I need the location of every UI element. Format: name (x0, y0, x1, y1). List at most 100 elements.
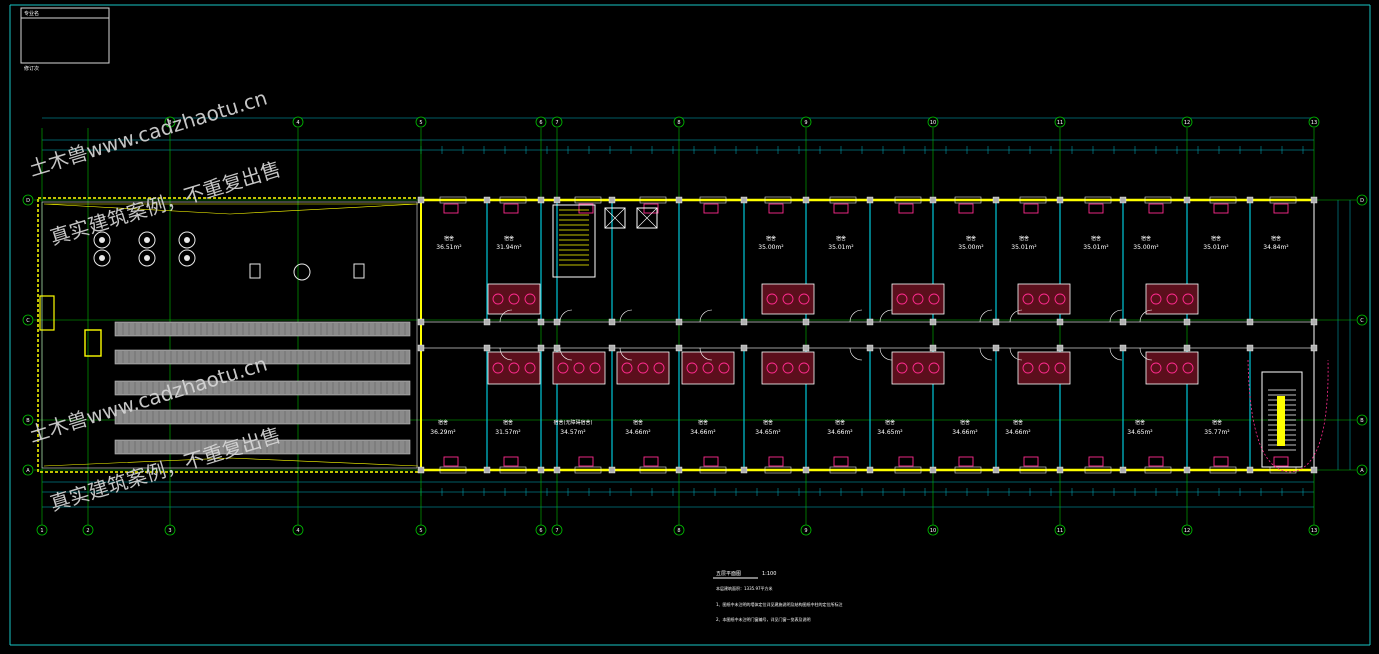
room-area: 34.66m² (625, 429, 651, 436)
column (1310, 466, 1318, 474)
room-area: 35.01m² (1203, 244, 1229, 251)
bathroom-block (761, 283, 815, 315)
plan-title: 五层平面图 (716, 571, 741, 577)
column (1056, 344, 1064, 352)
column (537, 344, 545, 352)
column (1119, 466, 1127, 474)
room-name: 宿舍 (885, 419, 895, 426)
stair-outline (1247, 359, 1329, 473)
column (929, 344, 937, 352)
column (1246, 344, 1254, 352)
axis-label: 4 (296, 120, 299, 126)
room-area: 35.00m² (958, 244, 984, 251)
column (802, 196, 810, 204)
column (992, 466, 1000, 474)
column (1056, 466, 1064, 474)
title-block-top-text: 专业名 (24, 10, 39, 17)
room-name: 宿舍 (763, 419, 773, 426)
room-area: 34.66m² (952, 429, 978, 436)
room-area: 34.66m² (690, 429, 716, 436)
axis-label: 9 (804, 528, 807, 534)
column (417, 196, 425, 204)
room-name: 宿舍 (835, 419, 845, 426)
room-area: 31.94m² (496, 244, 522, 251)
wardrobe-icon (833, 456, 849, 467)
wardrobe-icon (1023, 456, 1039, 467)
room-area: 34.57m² (560, 429, 586, 436)
column (483, 344, 491, 352)
column (866, 318, 874, 326)
room-name: 宿舍 (503, 419, 513, 426)
column (1119, 196, 1127, 204)
room-name: 宿舍 (698, 419, 708, 426)
stair-handrail (1277, 396, 1285, 446)
column (1183, 196, 1191, 204)
wardrobe-icon (1213, 456, 1229, 467)
room-name: 宿舍 (960, 419, 970, 426)
axis-label: 9 (804, 120, 807, 126)
room-area: 36.29m² (430, 429, 456, 436)
title-block: 专业名 修订次 (20, 7, 110, 72)
column (1056, 196, 1064, 204)
room-name: 宿舍 (836, 235, 846, 242)
axis-label: 7 (555, 528, 558, 534)
bathroom-block (1017, 351, 1071, 385)
bathroom-block (487, 283, 541, 315)
door-swing-icon (979, 347, 993, 361)
room-name: 宿舍(无障碍宿舍) (554, 419, 593, 426)
column (929, 318, 937, 326)
room-area: 35.01m² (828, 244, 854, 251)
column (553, 344, 561, 352)
exhaust-fan-icon (293, 263, 311, 281)
column (608, 318, 616, 326)
column (417, 344, 425, 352)
axis-label: A (26, 468, 30, 474)
column (675, 318, 683, 326)
column (1246, 318, 1254, 326)
note-1: 1、图纸中未注明的墙体定位详见建施说明及结构图纸中柱的定位所标注 (716, 601, 843, 607)
column (553, 466, 561, 474)
axis-label: 12 (1184, 528, 1190, 534)
wardrobe-icon (898, 203, 914, 214)
bathroom-block (1145, 283, 1199, 315)
column (417, 466, 425, 474)
wardrobe-icon (503, 203, 519, 214)
column (866, 196, 874, 204)
room-area: 31.57m² (495, 429, 521, 436)
wardrobe-icon (503, 456, 519, 467)
note-area: 本层建筑面积：1335.97平方米 (716, 585, 773, 591)
axis-label: D (26, 198, 30, 204)
column (537, 466, 545, 474)
room-name: 宿舍 (633, 419, 643, 426)
wardrobe-icon (443, 203, 459, 214)
wardrobe-icon (703, 203, 719, 214)
wardrobe-icon (1213, 203, 1229, 214)
wardrobe-icon (703, 456, 719, 467)
note-2: 2、本图纸中未注明门窗编号，详见门窗一览表及说明 (716, 616, 811, 622)
bathroom-block (681, 351, 735, 385)
room-name: 宿舍 (1212, 419, 1222, 426)
room-area: 34.65m² (1127, 429, 1153, 436)
column (1183, 466, 1191, 474)
column (608, 196, 616, 204)
axis-label: 4 (296, 528, 299, 534)
column (608, 466, 616, 474)
wardrobe-icon (1273, 203, 1289, 214)
axis-label: B (1360, 418, 1364, 424)
axis-label: 10 (930, 528, 936, 534)
axis-label: C (1360, 318, 1364, 324)
watermark-line-1: 土木兽www.cadzhaotu.cn (26, 351, 270, 447)
plan-scale: 1:100 (762, 571, 776, 577)
bathroom-block (552, 351, 606, 385)
axis-label: 8 (677, 120, 680, 126)
wardrobe-icon (1088, 456, 1104, 467)
column (1310, 318, 1318, 326)
column (553, 196, 561, 204)
door-swing-icon (879, 347, 893, 361)
column (1246, 196, 1254, 204)
column (740, 196, 748, 204)
bathroom-block (487, 351, 541, 385)
axis-label: 5 (419, 528, 422, 534)
axis-label: 12 (1184, 120, 1190, 126)
room-area: 35.00m² (1133, 244, 1159, 251)
